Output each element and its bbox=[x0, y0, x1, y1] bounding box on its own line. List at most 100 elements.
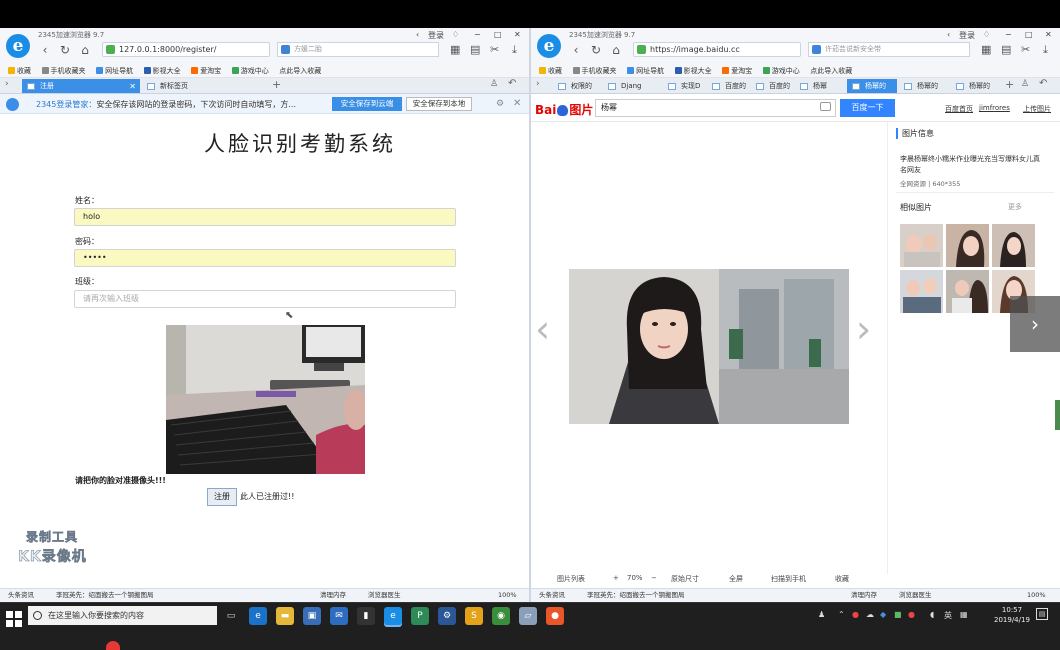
screenshot-icon[interactable]: ✂ bbox=[1021, 43, 1030, 56]
bookmark-item[interactable]: 游戏中心 bbox=[762, 64, 800, 77]
tray-app-icon[interactable]: ● bbox=[852, 610, 859, 619]
bookmark-item[interactable]: 收藏 bbox=[539, 64, 562, 77]
refresh-icon[interactable]: ↻ bbox=[589, 43, 603, 57]
bookmark-item[interactable]: 爱淘宝 bbox=[722, 64, 752, 77]
login-link[interactable]: 登录 bbox=[959, 30, 975, 41]
register-button[interactable]: 注册 bbox=[207, 488, 237, 506]
recorder-icon[interactable]: ● bbox=[546, 607, 564, 625]
sublime-icon[interactable]: S bbox=[465, 607, 483, 625]
similar-thumbnail[interactable] bbox=[900, 224, 943, 267]
windows-start-icon[interactable] bbox=[6, 611, 22, 627]
baidu-logo[interactable]: Bai 图片 bbox=[535, 101, 593, 118]
zoom-level[interactable]: 100% bbox=[1027, 589, 1046, 602]
bookmark-item[interactable]: 影视大全 bbox=[674, 64, 712, 77]
shield-icon[interactable]: ◆ bbox=[880, 610, 886, 619]
similar-thumbnail[interactable] bbox=[992, 224, 1035, 267]
baidu-search-button[interactable]: 百度一下 bbox=[840, 99, 895, 117]
clean-memory[interactable]: 清理内存 bbox=[320, 589, 346, 602]
close-icon[interactable]: ✕ bbox=[513, 98, 521, 109]
tray-app-icon[interactable]: ■ bbox=[894, 610, 902, 619]
tab-menu-icon[interactable]: ♙ bbox=[490, 79, 498, 89]
search-box[interactable]: 许茹芸说新安全带 bbox=[808, 42, 970, 57]
tab-item[interactable]: 杨幂 bbox=[795, 79, 845, 93]
address-bar[interactable]: https://image.baidu.cc bbox=[633, 42, 801, 57]
save-to-cloud-button[interactable]: 安全保存到云端 bbox=[332, 97, 402, 111]
ime-indicator[interactable]: 英 bbox=[944, 610, 952, 621]
terminal-icon[interactable]: ▮ bbox=[357, 607, 375, 625]
user-link[interactable]: jimfrores bbox=[979, 104, 1010, 112]
name-field[interactable]: holo bbox=[74, 208, 456, 226]
skin-icon[interactable]: ♢ bbox=[452, 30, 459, 39]
gear-icon[interactable]: ⚙ bbox=[496, 99, 504, 109]
search-box[interactable]: 方媛二胎 bbox=[277, 42, 439, 57]
baidu-search-input[interactable]: 杨幂 bbox=[595, 99, 836, 117]
next-arrow-icon[interactable]: › bbox=[856, 307, 871, 351]
favorite-button[interactable]: 收藏 bbox=[835, 574, 849, 584]
bookmark-item[interactable]: 网址导航 bbox=[627, 64, 664, 77]
bookmark-item[interactable]: 手机收藏夹 bbox=[41, 64, 86, 77]
news-ticker[interactable]: 李冠英先：绍面搬去一个钢搬图局 bbox=[587, 589, 685, 602]
bookmark-item[interactable]: 点此导入收藏 bbox=[279, 64, 321, 77]
tab-item[interactable]: 权限的 bbox=[553, 79, 601, 93]
undo-icon[interactable]: ↶ bbox=[508, 78, 516, 89]
tab-item[interactable]: Djang bbox=[603, 79, 661, 93]
tab-item[interactable]: 杨幂的 bbox=[899, 79, 949, 93]
download-icon[interactable]: ⤓ bbox=[1043, 43, 1048, 57]
browser-taskbar-icon[interactable]: e bbox=[384, 607, 402, 625]
tab-item[interactable]: 实现D bbox=[663, 79, 705, 93]
news-ticker[interactable]: 李冠英先：绍面搬去一个钢搬图局 bbox=[56, 589, 154, 602]
people-icon[interactable]: ♟ bbox=[818, 610, 825, 619]
maximize-button[interactable]: □ bbox=[494, 30, 502, 39]
reader-icon[interactable]: ▤ bbox=[1001, 43, 1011, 56]
bookmark-item[interactable]: 网址导航 bbox=[96, 64, 133, 77]
close-button[interactable]: ✕ bbox=[1045, 30, 1052, 39]
zoom-level[interactable]: 100% bbox=[498, 589, 517, 602]
image-description-link[interactable]: 李晨杨幂终小糯米作业曝光充当写爆料女儿真名网友 bbox=[900, 154, 1042, 176]
pycharm-icon[interactable]: P bbox=[411, 607, 429, 625]
zoom-in-button[interactable]: + bbox=[613, 574, 619, 582]
side-scroll-tab[interactable] bbox=[1055, 400, 1060, 430]
minimize-button[interactable]: − bbox=[1005, 30, 1012, 39]
upload-image-link[interactable]: 上传图片 bbox=[1023, 104, 1051, 114]
new-tab-icon[interactable]: + bbox=[272, 78, 281, 91]
app-icon[interactable]: ◉ bbox=[492, 607, 510, 625]
home-icon[interactable]: ⌂ bbox=[78, 43, 92, 57]
original-size-button[interactable]: 原始尺寸 bbox=[671, 574, 699, 584]
back-small-icon[interactable]: ‹ bbox=[416, 30, 419, 39]
previous-arrow-icon[interactable]: ‹ bbox=[535, 307, 550, 351]
fullscreen-button[interactable]: 全屏 bbox=[729, 574, 743, 584]
browser-doctor[interactable]: 浏览器医生 bbox=[899, 589, 932, 602]
class-field[interactable]: 请再次输入班级 bbox=[74, 290, 456, 308]
scan-to-phone-button[interactable]: 扫描到手机 bbox=[771, 574, 806, 584]
tab-list-icon[interactable]: › bbox=[5, 79, 9, 89]
zoom-out-button[interactable]: − bbox=[651, 574, 657, 582]
image-list-button[interactable]: 图片列表 bbox=[557, 574, 585, 584]
bookmark-item[interactable]: 爱淘宝 bbox=[191, 64, 221, 77]
network-icon[interactable]: ▦ bbox=[960, 610, 968, 619]
new-tab-icon[interactable]: + bbox=[1005, 78, 1014, 91]
home-icon[interactable]: ⌂ bbox=[609, 43, 623, 57]
file-explorer-icon[interactable]: ▬ bbox=[276, 607, 294, 625]
tab-register[interactable]: 注册 ✕ bbox=[22, 79, 140, 93]
tab-item[interactable]: 杨幂的 bbox=[951, 79, 1001, 93]
bookmark-item[interactable]: 影视大全 bbox=[143, 64, 181, 77]
back-small-icon[interactable]: ‹ bbox=[947, 30, 950, 39]
camera-icon[interactable] bbox=[820, 102, 831, 111]
tab-close-icon[interactable]: ✕ bbox=[129, 79, 136, 93]
skin-icon[interactable]: ♢ bbox=[983, 30, 990, 39]
back-icon[interactable]: ‹ bbox=[569, 43, 583, 57]
bookmark-item[interactable]: 手机收藏夹 bbox=[572, 64, 617, 77]
apps-icon[interactable]: ▦ bbox=[981, 43, 991, 56]
news-label[interactable]: 头条资讯 bbox=[8, 589, 34, 602]
browser-logo-icon[interactable]: e bbox=[6, 34, 30, 58]
mail-icon[interactable]: ✉ bbox=[330, 607, 348, 625]
tray-app-icon[interactable]: ● bbox=[908, 610, 915, 619]
main-image[interactable] bbox=[569, 269, 849, 424]
task-view-icon[interactable]: ▭ bbox=[222, 607, 240, 625]
tab-list-icon[interactable]: › bbox=[536, 79, 540, 89]
tab-new[interactable]: 新标签页 bbox=[142, 79, 260, 93]
browser-logo-icon[interactable]: e bbox=[537, 34, 561, 58]
password-field[interactable]: ••••• bbox=[74, 249, 456, 267]
bookmark-item[interactable]: 点此导入收藏 bbox=[810, 64, 852, 77]
reader-icon[interactable]: ▤ bbox=[470, 43, 480, 56]
